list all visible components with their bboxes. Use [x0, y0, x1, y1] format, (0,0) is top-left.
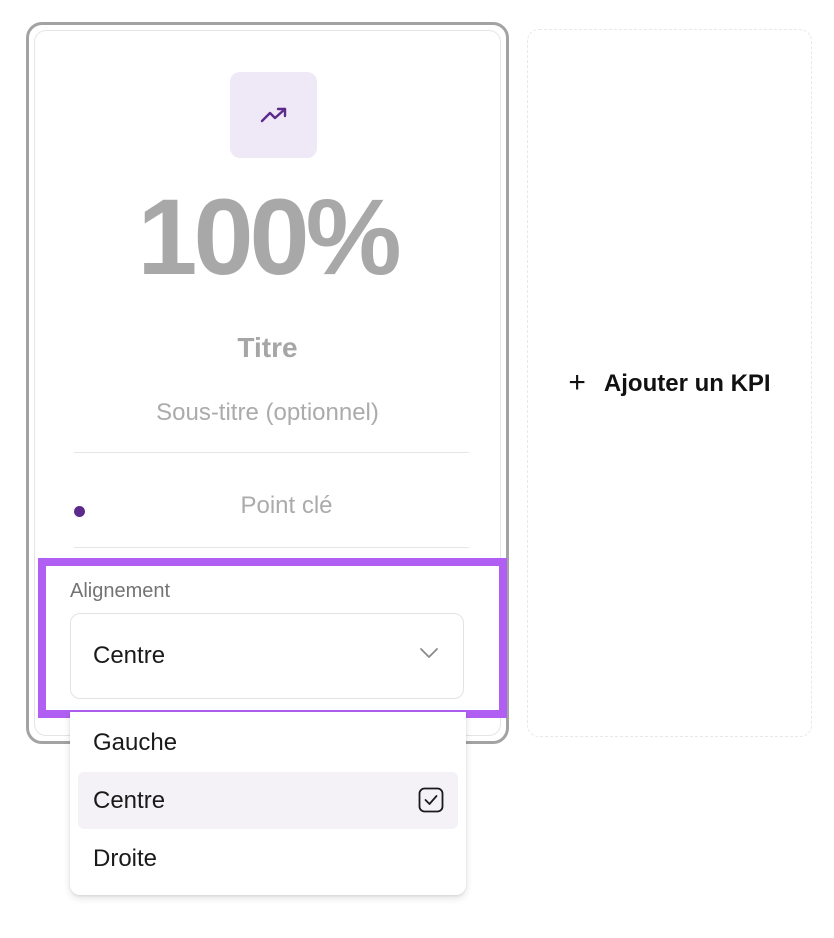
kpi-icon-tile[interactable]: [230, 72, 317, 158]
plus-icon: +: [568, 366, 586, 399]
dropdown-option-centre[interactable]: Centre: [78, 772, 458, 829]
divider: [74, 452, 469, 453]
option-label: Centre: [93, 787, 166, 814]
dropdown-option-droite[interactable]: Droite: [78, 830, 458, 887]
alignment-panel: Alignement Centre: [38, 558, 507, 718]
kpi-value[interactable]: 100%: [35, 183, 500, 291]
key-point-item[interactable]: Point clé: [74, 486, 469, 526]
alignment-dropdown-menu: Gauche Centre Droite: [70, 712, 466, 895]
add-kpi-card[interactable]: + Ajouter un KPI: [527, 29, 812, 737]
alignment-select[interactable]: Centre: [70, 613, 464, 699]
dropdown-option-gauche[interactable]: Gauche: [78, 714, 458, 771]
kpi-title[interactable]: Titre: [35, 332, 500, 364]
alignment-select-value: Centre: [93, 642, 166, 669]
divider: [74, 547, 469, 548]
kpi-subtitle-input[interactable]: Sous-titre (optionnel): [35, 399, 500, 427]
option-label: Gauche: [93, 729, 178, 756]
add-kpi-label: Ajouter un KPI: [603, 370, 771, 397]
trending-up-icon: [260, 107, 286, 123]
alignment-label: Alignement: [70, 580, 171, 602]
key-point-input[interactable]: Point clé: [74, 492, 469, 520]
check-icon: [418, 787, 444, 813]
add-kpi-button[interactable]: + Ajouter un KPI: [528, 368, 811, 400]
option-label: Droite: [93, 845, 158, 872]
chevron-down-icon: [420, 648, 438, 658]
